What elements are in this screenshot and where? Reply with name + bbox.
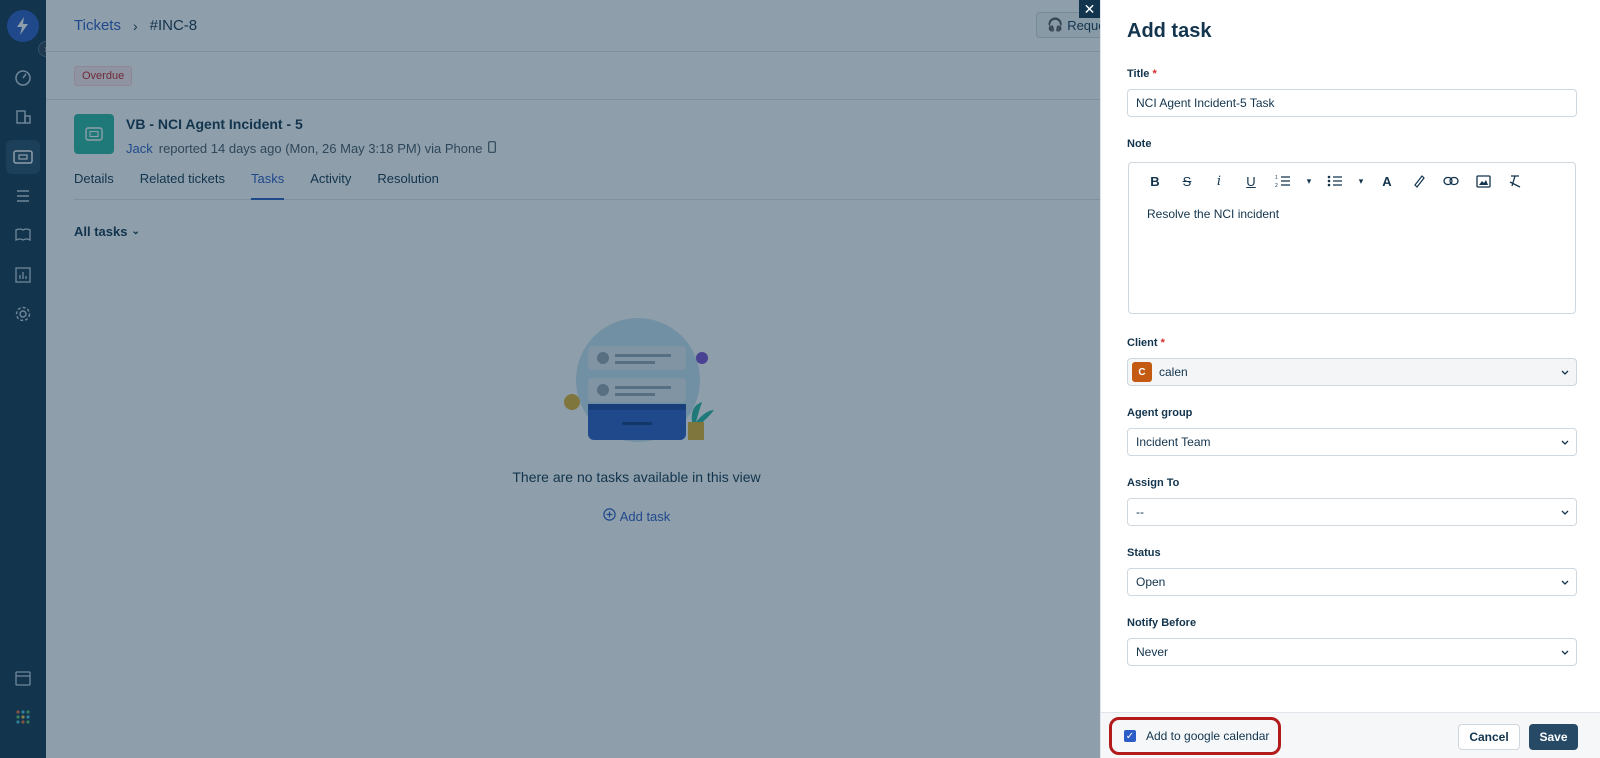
assign-to-select[interactable]: -- [1127, 498, 1577, 526]
clear-format-icon[interactable] [1505, 171, 1525, 191]
drawer-title: Add task [1127, 20, 1212, 42]
agent-group-select[interactable]: Incident Team [1127, 428, 1577, 456]
notify-before-select[interactable]: Never [1127, 638, 1577, 666]
bold-icon[interactable]: B [1145, 171, 1165, 191]
bullet-list-icon[interactable] [1325, 171, 1345, 191]
note-editor-text: Resolve the NCI incident [1147, 207, 1280, 221]
cancel-button[interactable]: Cancel [1458, 724, 1520, 750]
status-select-value: Open [1136, 575, 1166, 589]
italic-icon[interactable]: i [1209, 171, 1229, 191]
strikethrough-icon[interactable]: S [1177, 171, 1197, 191]
status-field-label: Status [1127, 547, 1161, 559]
assign-to-field-label: Assign To [1127, 477, 1180, 489]
google-calendar-checkbox[interactable]: ✓ Add to google calendar [1109, 717, 1281, 755]
note-field-label: Note [1127, 138, 1152, 150]
agent-group-select-value: Incident Team [1136, 435, 1211, 449]
status-select[interactable]: Open [1127, 568, 1577, 596]
chevron-down-icon [1561, 580, 1569, 585]
notify-before-select-value: Never [1136, 645, 1169, 659]
chevron-down-icon [1561, 370, 1569, 375]
title-input-value: NCI Agent Incident-5 Task [1136, 96, 1275, 110]
add-task-drawer: Add task Title * NCI Agent Incident-5 Ta… [1100, 0, 1600, 758]
title-input[interactable]: NCI Agent Incident-5 Task [1127, 89, 1577, 117]
chevron-down-icon [1561, 510, 1569, 515]
notify-before-field-label: Notify Before [1127, 617, 1197, 629]
ordered-list-icon[interactable]: 12 [1273, 171, 1293, 191]
editor-toolbar: B S i U 12 ▾ ▾ A [1129, 163, 1575, 199]
drawer-footer: ✓ Add to google calendar Cancel Save [1101, 712, 1600, 758]
agent-group-field-label: Agent group [1127, 407, 1193, 419]
chevron-down-icon [1561, 650, 1569, 655]
close-drawer-icon[interactable]: ✕ [1079, 0, 1100, 18]
checkbox-checked-icon[interactable]: ✓ [1124, 730, 1136, 742]
modal-backdrop[interactable] [0, 0, 1100, 758]
client-avatar: C [1132, 362, 1152, 382]
ordered-list-dropdown-icon[interactable]: ▾ [1305, 171, 1313, 191]
client-field-label: Client * [1127, 337, 1165, 349]
underline-icon[interactable]: U [1241, 171, 1261, 191]
chevron-down-icon [1561, 440, 1569, 445]
assign-to-select-value: -- [1136, 505, 1144, 519]
image-icon[interactable] [1473, 171, 1493, 191]
svg-text:2: 2 [1275, 183, 1278, 188]
svg-text:1: 1 [1275, 175, 1278, 181]
highlight-icon[interactable] [1409, 171, 1429, 191]
google-calendar-label: Add to google calendar [1146, 729, 1270, 743]
link-icon[interactable] [1441, 171, 1461, 191]
client-select-value: calen [1159, 365, 1188, 379]
bullet-list-dropdown-icon[interactable]: ▾ [1357, 171, 1365, 191]
title-field-label: Title * [1127, 68, 1157, 80]
note-editor[interactable]: B S i U 12 ▾ ▾ A Resolve the NCI inciden… [1128, 162, 1576, 314]
client-select[interactable]: C calen [1127, 358, 1577, 386]
save-button[interactable]: Save [1529, 724, 1578, 750]
text-color-icon[interactable]: A [1377, 171, 1397, 191]
